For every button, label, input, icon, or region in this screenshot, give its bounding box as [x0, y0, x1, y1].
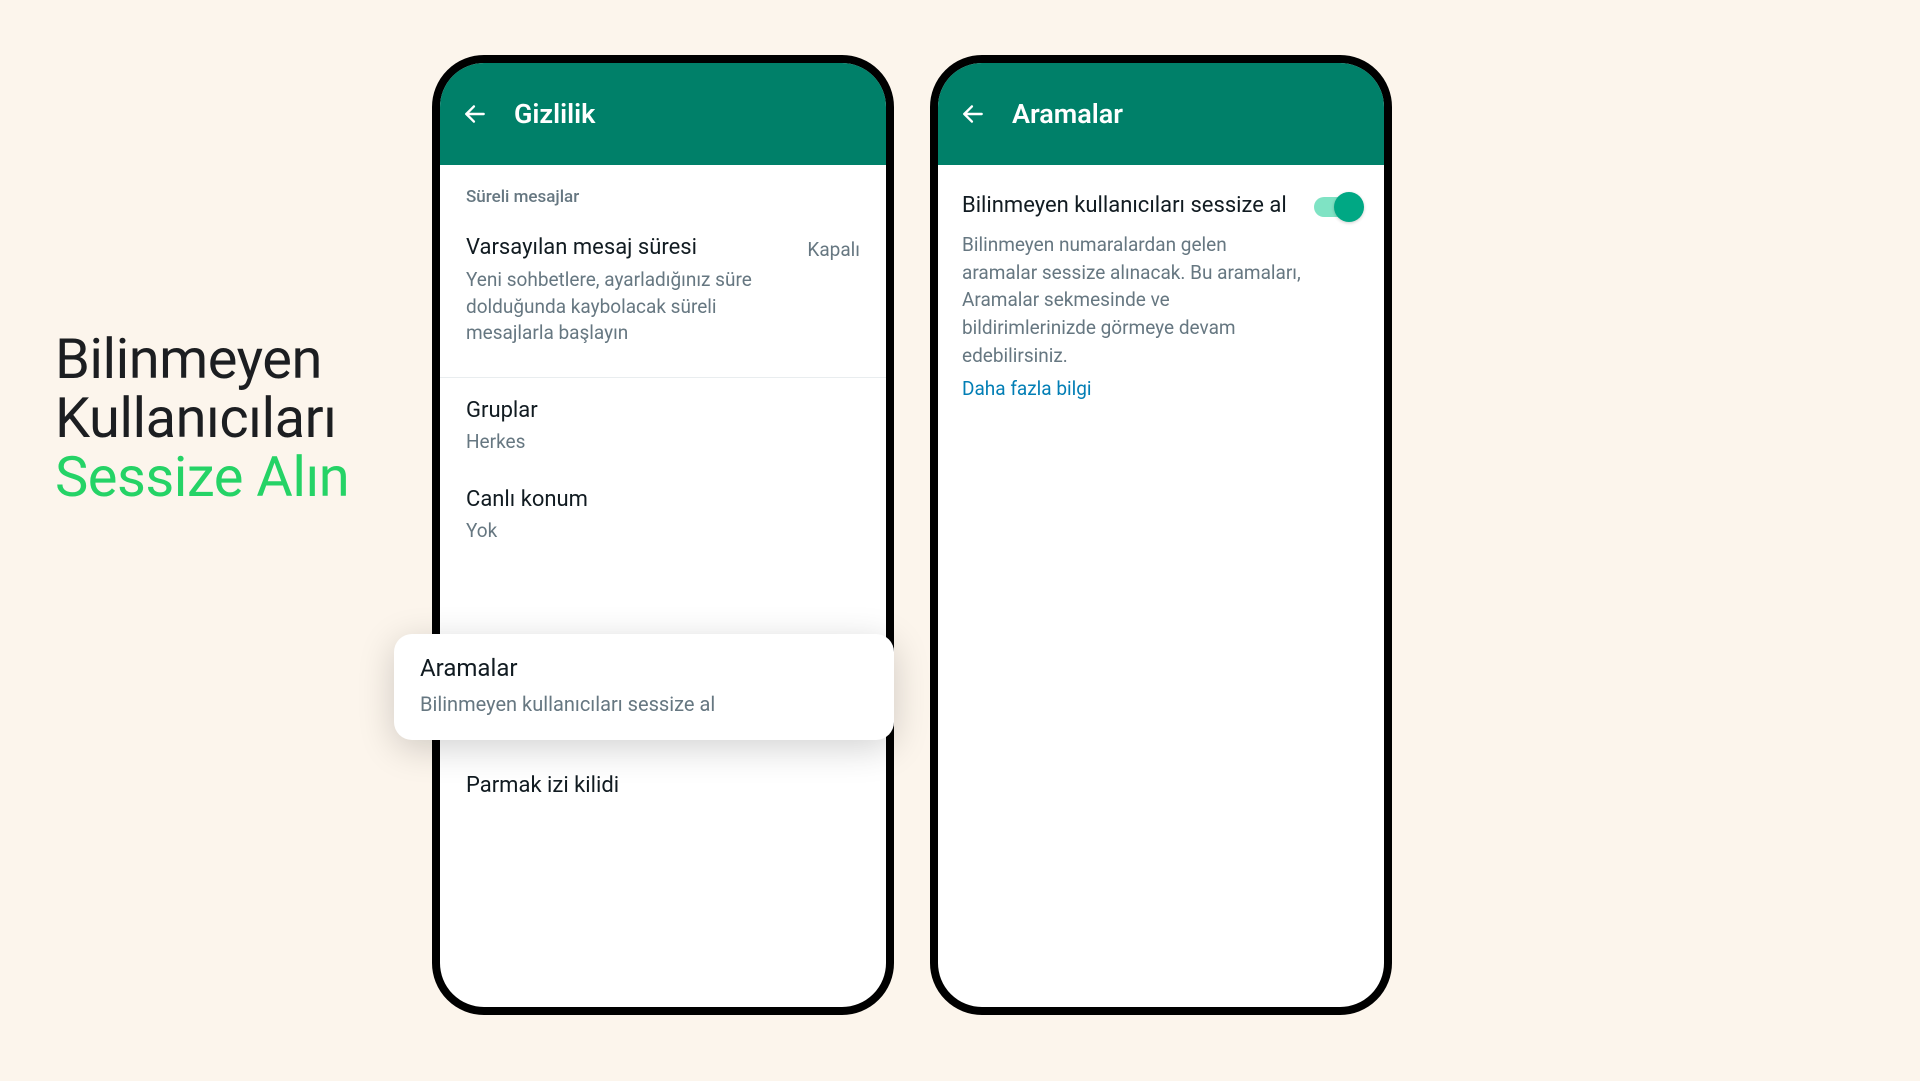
- toggle-label-silence-unknown: Bilinmeyen kullanıcıları sessize al: [962, 193, 1287, 219]
- toggle-silence-unknown[interactable]: [1314, 197, 1360, 217]
- hero-heading: Bilinmeyen Kullanıcıları Sessize Alın: [55, 330, 349, 506]
- item-calls-popout[interactable]: Aramalar Bilinmeyen kullanıcıları sessiz…: [394, 634, 894, 740]
- hero-line-2: Kullanıcıları: [55, 389, 349, 448]
- section-label-disappearing: Süreli mesajlar: [440, 165, 886, 221]
- item-value-default-timer: Kapalı: [807, 238, 860, 261]
- item-sub-default-timer: Yeni sohbetlere, ayarladığınız süre dold…: [466, 267, 776, 347]
- appbar-calls: Aramalar: [938, 63, 1384, 165]
- item-fingerprint[interactable]: Parmak izi kilidi: [440, 759, 886, 816]
- hero-line-1: Bilinmeyen: [55, 330, 349, 389]
- item-groups[interactable]: Gruplar Herkes: [440, 384, 886, 474]
- item-default-timer[interactable]: Varsayılan mesaj süresi Kapalı Yeni sohb…: [440, 221, 886, 365]
- item-sub-live-location: Yok: [466, 518, 776, 545]
- item-title-fingerprint: Parmak izi kilidi: [466, 773, 860, 798]
- appbar-title-calls: Aramalar: [1012, 98, 1123, 130]
- appbar-privacy: Gizlilik: [440, 63, 886, 165]
- item-title-live-location: Canlı konum: [466, 487, 860, 512]
- back-arrow-icon[interactable]: [960, 101, 986, 127]
- item-title-groups: Gruplar: [466, 398, 860, 423]
- phone-privacy: Gizlilik Süreli mesajlar Varsayılan mesa…: [432, 55, 894, 1015]
- back-arrow-icon[interactable]: [462, 101, 488, 127]
- appbar-title-privacy: Gizlilik: [514, 98, 595, 130]
- item-sub-calls: Bilinmeyen kullanıcıları sessize al: [420, 690, 868, 718]
- item-live-location[interactable]: Canlı konum Yok: [440, 473, 886, 563]
- divider: [440, 377, 886, 378]
- switch-thumb: [1334, 192, 1364, 222]
- item-title-default-timer: Varsayılan mesaj süresi: [466, 235, 697, 260]
- learn-more-link[interactable]: Daha fazla bilgi: [962, 377, 1092, 400]
- hero-line-3: Sessize Alın: [55, 448, 349, 507]
- toggle-description: Bilinmeyen numaralardan gelen aramalar s…: [962, 231, 1302, 369]
- phone-calls: Aramalar Bilinmeyen kullanıcıları sessiz…: [930, 55, 1392, 1015]
- item-title-calls: Aramalar: [420, 654, 868, 682]
- item-sub-groups: Herkes: [466, 429, 776, 456]
